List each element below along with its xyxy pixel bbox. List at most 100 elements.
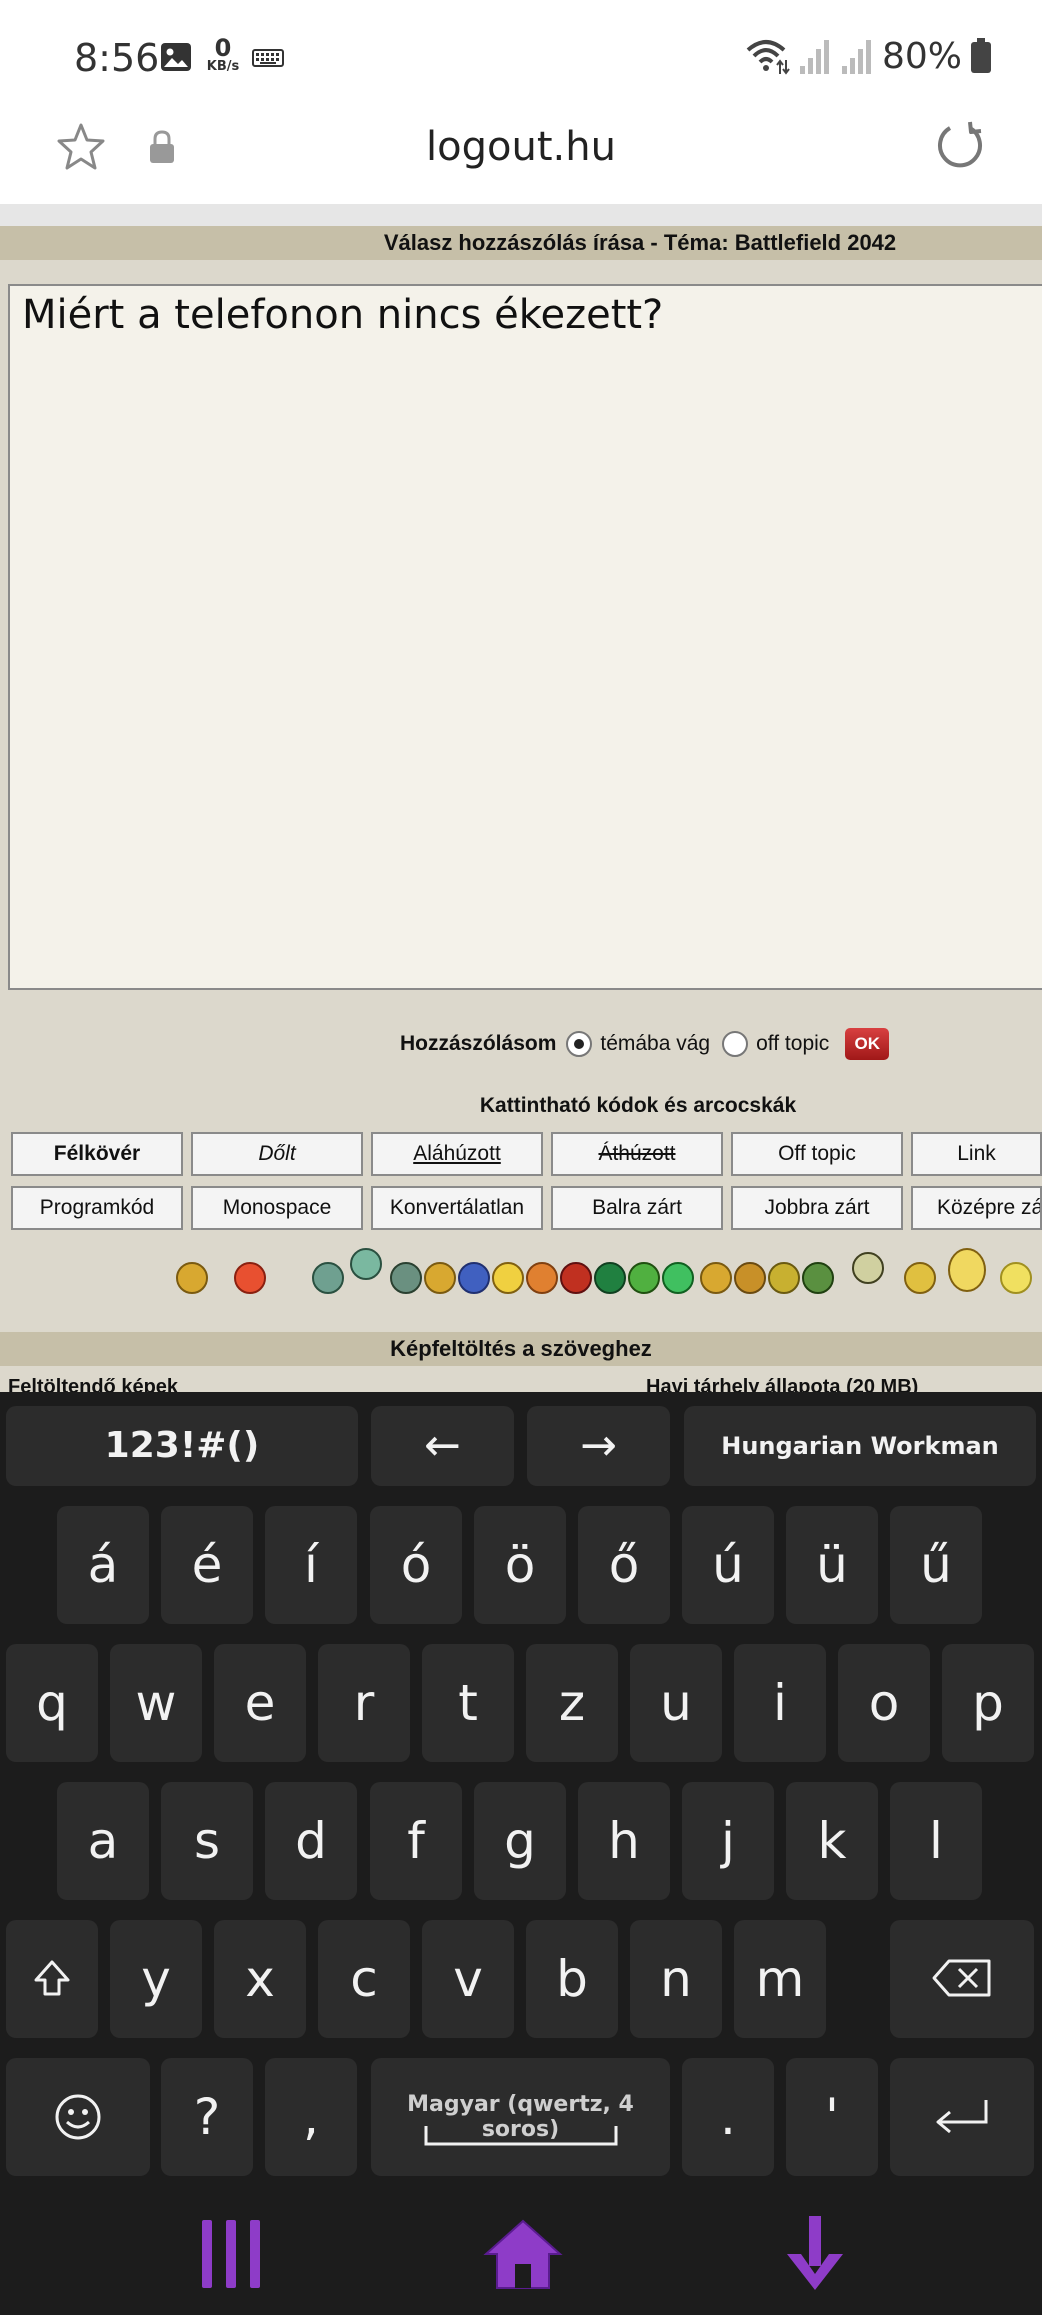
status-right: 80%	[746, 34, 992, 78]
radio-off-topic[interactable]	[722, 1031, 749, 1057]
italic-button[interactable]: Dőlt	[191, 1132, 363, 1176]
url-text[interactable]: logout.hu	[0, 124, 1042, 170]
smiley-icon-confused[interactable]	[904, 1262, 936, 1294]
key-o-umlaut[interactable]: ö	[474, 1506, 566, 1624]
key-s[interactable]: s	[161, 1782, 253, 1900]
key-u-double-acute[interactable]: ű	[890, 1506, 982, 1624]
key-g[interactable]: g	[474, 1782, 566, 1900]
recent-apps-icon[interactable]	[198, 2220, 268, 2290]
left-arrow-key[interactable]: ←	[371, 1406, 514, 1486]
smiley-icon-green-grin[interactable]	[594, 1262, 626, 1294]
smiley-icon-shocked[interactable]	[948, 1248, 986, 1292]
key-t[interactable]: t	[422, 1644, 514, 1762]
smiley-icon-sad-blue[interactable]	[458, 1262, 490, 1294]
key-h[interactable]: h	[578, 1782, 670, 1900]
emoji-key[interactable]	[6, 2058, 150, 2176]
align-right-button[interactable]: Jobbra zárt	[731, 1186, 903, 1230]
key-r[interactable]: r	[318, 1644, 410, 1762]
key-f[interactable]: f	[370, 1782, 462, 1900]
smiley-row	[0, 1248, 1042, 1308]
backspace-key[interactable]	[890, 1920, 1034, 2038]
unconverted-button[interactable]: Konvertálatlan	[371, 1186, 543, 1230]
key-x[interactable]: x	[214, 1920, 306, 2038]
smiley-icon-wink[interactable]	[734, 1262, 766, 1294]
key-o-double-acute[interactable]: ő	[578, 1506, 670, 1624]
post-type-label: Hozzászólásom	[400, 1032, 557, 1055]
space-key[interactable]: Magyar (qwertz, 4 soros)	[371, 2058, 670, 2176]
off-topic-button[interactable]: Off topic	[731, 1132, 903, 1176]
back-down-arrow-icon[interactable]	[783, 2216, 847, 2292]
key-e-acute[interactable]: é	[161, 1506, 253, 1624]
key-m[interactable]: m	[734, 1920, 826, 2038]
smiley-icon-green[interactable]	[662, 1262, 694, 1294]
key-y[interactable]: y	[110, 1920, 202, 2038]
key-l[interactable]: l	[890, 1782, 982, 1900]
key-j[interactable]: j	[682, 1782, 774, 1900]
smiley-icon-jump[interactable]	[350, 1248, 382, 1280]
question-key[interactable]: ?	[161, 2058, 253, 2176]
key-b[interactable]: b	[526, 1920, 618, 2038]
enter-key[interactable]	[890, 2058, 1034, 2176]
smiley-icon-mad[interactable]	[560, 1262, 592, 1294]
radio-on-topic[interactable]	[566, 1031, 593, 1057]
smiley-icon-ghost[interactable]	[852, 1252, 884, 1284]
reply-title-bar: Válasz hozzászólás írása - Téma: Battlef…	[0, 226, 1042, 260]
right-arrow-key[interactable]: →	[527, 1406, 670, 1486]
key-a[interactable]: a	[57, 1782, 149, 1900]
upload-images-label: Feltöltendő képek	[8, 1376, 179, 1392]
emoji-icon	[55, 2094, 101, 2140]
smiley-icon-smirk[interactable]	[700, 1262, 732, 1294]
key-o-acute[interactable]: ó	[370, 1506, 462, 1624]
smiley-icon-worried[interactable]	[492, 1262, 524, 1294]
link-button[interactable]: Link	[911, 1132, 1042, 1176]
image-upload-title: Képfeltöltés a szöveghez	[390, 1336, 652, 1361]
smiley-icon-grin[interactable]	[312, 1262, 344, 1294]
comment-textarea[interactable]: Miért a telefonon nincs ékezett?	[8, 284, 1042, 990]
key-c[interactable]: c	[318, 1920, 410, 2038]
layout-switch-key[interactable]: Hungarian Workman	[684, 1406, 1036, 1486]
shift-icon	[34, 1960, 70, 1996]
key-u-acute[interactable]: ú	[682, 1506, 774, 1624]
key-u[interactable]: u	[630, 1644, 722, 1762]
key-n[interactable]: n	[630, 1920, 722, 2038]
key-i-acute[interactable]: í	[265, 1506, 357, 1624]
key-i[interactable]: i	[734, 1644, 826, 1762]
codes-title: Kattintható kódok és arcocskák	[479, 1094, 797, 1117]
smiley-icon-happy[interactable]	[424, 1262, 456, 1294]
smiley-icon-devil[interactable]	[628, 1262, 660, 1294]
smiley-icon-sleepy[interactable]	[1000, 1262, 1032, 1294]
align-center-button[interactable]: Középre zá	[911, 1186, 1042, 1230]
backspace-icon	[932, 1959, 991, 1997]
period-key[interactable]: .	[682, 2058, 774, 2176]
strikethrough-button[interactable]: Áthúzott	[551, 1132, 723, 1176]
key-a-acute[interactable]: á	[57, 1506, 149, 1624]
smiley-icon-sick[interactable]	[802, 1262, 834, 1294]
key-z[interactable]: z	[526, 1644, 618, 1762]
apostrophe-key[interactable]: '	[786, 2058, 878, 2176]
underline-button[interactable]: Aláhúzott	[371, 1132, 543, 1176]
bold-button[interactable]: Félkövér	[11, 1132, 183, 1176]
ok-button[interactable]: OK	[845, 1028, 890, 1060]
smiley-icon-frown[interactable]	[234, 1262, 266, 1294]
reload-icon[interactable]	[934, 120, 986, 172]
key-w[interactable]: w	[110, 1644, 202, 1762]
key-q[interactable]: q	[6, 1644, 98, 1762]
smiley-icon-smile[interactable]	[176, 1262, 208, 1294]
key-p[interactable]: p	[942, 1644, 1034, 1762]
key-e[interactable]: e	[214, 1644, 306, 1762]
key-d[interactable]: d	[265, 1782, 357, 1900]
key-u-umlaut[interactable]: ü	[786, 1506, 878, 1624]
code-button[interactable]: Programkód	[11, 1186, 183, 1230]
smiley-icon-angry[interactable]	[526, 1262, 558, 1294]
shift-key[interactable]	[6, 1920, 98, 2038]
key-v[interactable]: v	[422, 1920, 514, 2038]
key-k[interactable]: k	[786, 1782, 878, 1900]
monospace-button[interactable]: Monospace	[191, 1186, 363, 1230]
symbols-key[interactable]: 123!#()	[6, 1406, 358, 1486]
align-left-button[interactable]: Balra zárt	[551, 1186, 723, 1230]
smiley-icon-laugh[interactable]	[390, 1262, 422, 1294]
comma-key[interactable]: ,	[265, 2058, 357, 2176]
key-o[interactable]: o	[838, 1644, 930, 1762]
home-icon[interactable]	[483, 2218, 563, 2290]
smiley-icon-neutral[interactable]	[768, 1262, 800, 1294]
